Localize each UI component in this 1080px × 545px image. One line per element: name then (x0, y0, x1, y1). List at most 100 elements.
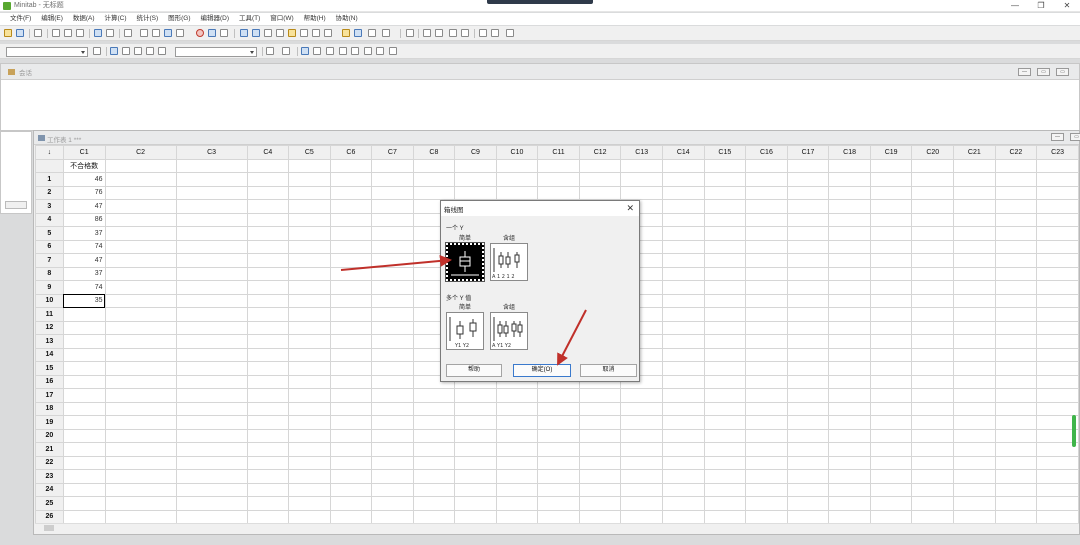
column-header[interactable]: C3 (175, 145, 248, 160)
data-cell[interactable] (371, 496, 414, 511)
data-cell[interactable] (175, 239, 248, 254)
data-cell[interactable] (175, 455, 248, 470)
find-icon[interactable] (164, 29, 172, 37)
data-cell[interactable] (246, 307, 290, 322)
swap-icon[interactable] (158, 47, 166, 55)
data-cell[interactable] (1036, 509, 1079, 523)
data-cell[interactable] (329, 496, 373, 511)
session-hscrollbar[interactable] (5, 201, 27, 209)
data-cell[interactable] (786, 482, 830, 497)
data-cell[interactable] (175, 469, 248, 484)
data-cell[interactable] (288, 347, 331, 362)
data-cell[interactable] (994, 455, 1038, 470)
help-button[interactable]: 帮助 (446, 364, 502, 377)
data-cell[interactable] (371, 334, 414, 349)
data-cell[interactable] (329, 307, 373, 322)
data-cell[interactable] (786, 307, 830, 322)
data-cell[interactable] (994, 496, 1038, 511)
data-cell[interactable] (412, 428, 456, 443)
data-cell[interactable] (661, 266, 705, 281)
row-header[interactable]: 9 (35, 280, 64, 295)
data-cell[interactable] (869, 496, 913, 511)
column-name-cell[interactable] (953, 158, 996, 173)
data-cell[interactable] (828, 401, 871, 416)
data-cell[interactable] (62, 307, 106, 322)
data-cell[interactable] (828, 455, 871, 470)
data-cell[interactable] (495, 415, 539, 430)
row-header[interactable]: 14 (35, 347, 64, 362)
data-cell[interactable]: 74 (62, 280, 106, 295)
data-cell[interactable] (703, 374, 747, 389)
copy-icon[interactable] (64, 29, 72, 37)
data-cell[interactable] (786, 442, 830, 457)
data-cell[interactable] (869, 320, 913, 335)
data-cell[interactable] (620, 185, 663, 200)
data-cell[interactable] (104, 293, 177, 308)
data-cell[interactable] (412, 455, 456, 470)
row-header[interactable]: 20 (35, 428, 64, 443)
column-name-cell[interactable] (175, 158, 248, 173)
data-cell[interactable] (911, 172, 955, 187)
row-header[interactable]: 8 (35, 266, 64, 281)
data-cell[interactable] (994, 415, 1038, 430)
data-cell[interactable] (1036, 212, 1079, 227)
data-cell[interactable] (104, 509, 177, 523)
session-minimize-button[interactable]: — (1018, 68, 1031, 76)
data-cell[interactable] (246, 509, 290, 523)
data-cell[interactable] (175, 415, 248, 430)
data-cell[interactable] (745, 293, 788, 308)
data-cell[interactable] (911, 401, 955, 416)
data-cell[interactable] (786, 212, 830, 227)
data-cell[interactable] (454, 172, 497, 187)
data-cell[interactable] (288, 172, 331, 187)
data-cell[interactable] (62, 428, 106, 443)
data-cell[interactable] (246, 469, 290, 484)
data-cell[interactable] (994, 320, 1038, 335)
column-header[interactable]: C11 (537, 145, 580, 160)
data-cell[interactable] (828, 496, 871, 511)
data-cell[interactable] (994, 226, 1038, 241)
data-cell[interactable] (620, 415, 663, 430)
data-cell[interactable] (869, 469, 913, 484)
data-cell[interactable] (745, 334, 788, 349)
data-cell[interactable] (175, 496, 248, 511)
column-header[interactable]: C17 (786, 145, 830, 160)
data-cell[interactable] (661, 172, 705, 187)
row-header[interactable]: 22 (35, 455, 64, 470)
data-cell[interactable] (703, 172, 747, 187)
data-cell[interactable] (703, 347, 747, 362)
data-cell[interactable]: 37 (62, 226, 106, 241)
data-cell[interactable] (371, 320, 414, 335)
data-cell[interactable] (786, 415, 830, 430)
vertical-scroll-indicator[interactable] (1072, 415, 1076, 447)
data-cell[interactable] (175, 428, 248, 443)
column-header[interactable]: C5 (288, 145, 331, 160)
data-cell[interactable] (620, 469, 663, 484)
data-cell[interactable] (246, 455, 290, 470)
column-name-cell[interactable] (329, 158, 373, 173)
data-cell[interactable] (1036, 455, 1079, 470)
eraser-icon[interactable] (506, 29, 514, 37)
data-cell[interactable] (288, 442, 331, 457)
data-cell[interactable] (828, 185, 871, 200)
row-header[interactable]: 1 (35, 172, 64, 187)
data-cell[interactable] (578, 185, 622, 200)
data-cell[interactable] (703, 226, 747, 241)
row-header[interactable]: 7 (35, 253, 64, 268)
data-cell[interactable] (620, 172, 663, 187)
data-cell[interactable] (786, 388, 830, 403)
data-cell[interactable] (828, 320, 871, 335)
data-cell[interactable] (175, 388, 248, 403)
data-cell[interactable] (994, 185, 1038, 200)
polygon-tool-icon[interactable] (376, 47, 384, 55)
data-cell[interactable] (869, 199, 913, 214)
data-cell[interactable] (104, 266, 177, 281)
data-cell[interactable] (371, 212, 414, 227)
data-cell[interactable] (994, 347, 1038, 362)
data-cell[interactable] (454, 388, 497, 403)
data-cell[interactable] (104, 469, 177, 484)
data-cell[interactable] (869, 374, 913, 389)
data-cell[interactable] (869, 239, 913, 254)
data-cell[interactable] (371, 199, 414, 214)
data-cell[interactable] (578, 509, 622, 523)
